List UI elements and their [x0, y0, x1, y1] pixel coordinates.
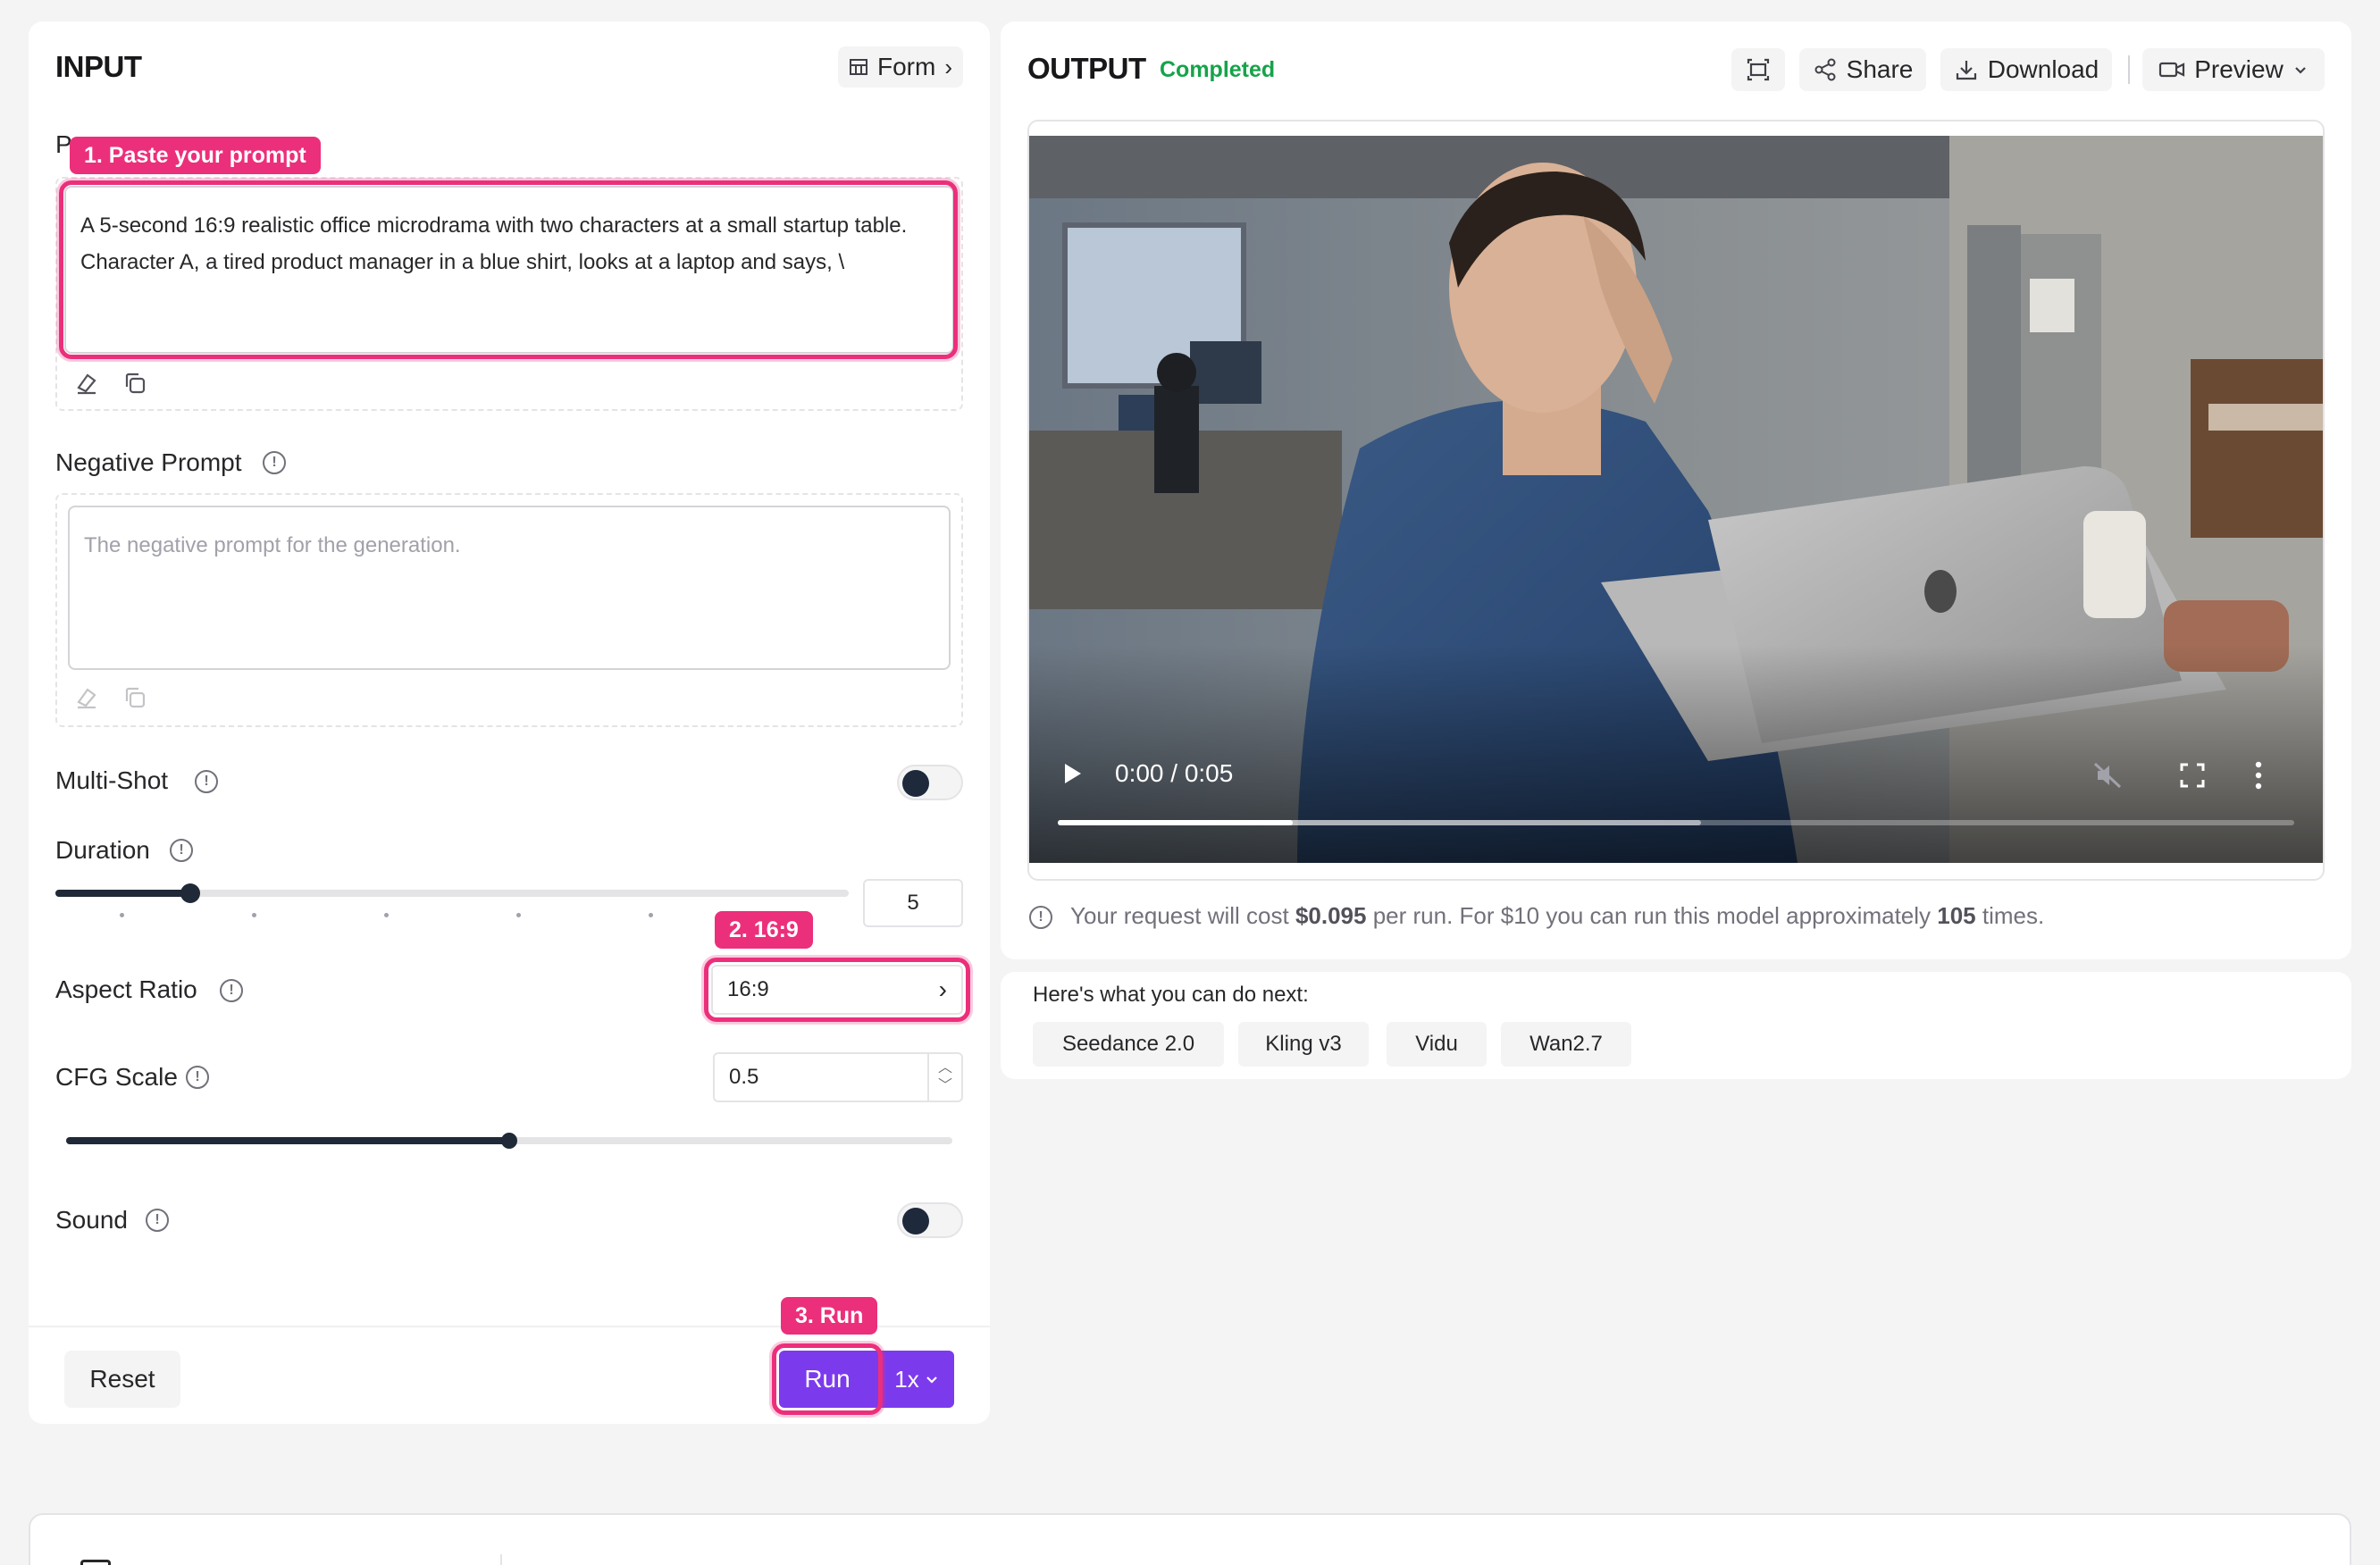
- video-played-bar: [1058, 820, 1293, 825]
- cfg-scale-label: CFG Scale: [55, 1063, 178, 1091]
- chevron-right-icon: ›: [944, 53, 952, 80]
- expand-frame-icon: [1747, 58, 1770, 81]
- info-icon: !: [1029, 906, 1052, 929]
- video-time: 0:00 / 0:05: [1115, 759, 1234, 787]
- slider-tick: [384, 913, 389, 917]
- cost-text: times.: [1975, 902, 2045, 929]
- cost-text: Your request will cost: [1070, 902, 1295, 929]
- next-steps-heading: Here's what you can do next:: [1033, 983, 1309, 1007]
- copy-icon[interactable]: [122, 684, 148, 711]
- run-count-dropdown[interactable]: 1x: [879, 1351, 954, 1408]
- preview-label: Preview: [2194, 55, 2284, 83]
- multi-shot-toggle[interactable]: [897, 765, 963, 800]
- step2-callout: 2. 16:9: [715, 911, 813, 949]
- duration-input[interactable]: 5: [863, 879, 963, 927]
- info-icon: !: [195, 770, 218, 793]
- share-label: Share: [1846, 55, 1914, 83]
- negative-prompt-textarea[interactable]: The negative prompt for the generation.: [68, 506, 951, 670]
- run-count-label: 1x: [894, 1365, 919, 1393]
- eraser-icon[interactable]: [73, 370, 100, 397]
- model-chip[interactable]: Seedance 2.0: [1033, 1022, 1224, 1067]
- chevron-down-icon[interactable]: ﹀: [938, 1077, 952, 1095]
- cost-text: per run. For $10 you can run this model …: [1366, 902, 1938, 929]
- share-icon: [1814, 58, 1836, 81]
- chevron-right-icon: ›: [938, 975, 947, 1003]
- slider-tick: [252, 913, 256, 917]
- duration-label: Duration: [55, 836, 150, 864]
- info-icon: !: [170, 839, 193, 862]
- download-icon: [1956, 61, 1976, 80]
- play-icon[interactable]: [1061, 761, 1085, 786]
- share-button[interactable]: Share: [1799, 48, 1926, 91]
- chevron-up-icon[interactable]: ︿: [938, 1059, 952, 1077]
- run-button[interactable]: Run: [779, 1351, 876, 1408]
- video-frame-office-scene: [1029, 136, 2323, 863]
- form-view-label: Form: [877, 53, 936, 80]
- aspect-ratio-value: 16:9: [727, 977, 769, 1001]
- model-chip[interactable]: Wan2.7: [1501, 1022, 1631, 1067]
- output-title: OUTPUT: [1027, 52, 1146, 85]
- cost-value: $0.095: [1295, 902, 1367, 929]
- info-icon: !: [146, 1209, 169, 1232]
- cfg-slider-thumb[interactable]: [501, 1133, 517, 1149]
- preview-dropdown[interactable]: Preview: [2142, 48, 2325, 91]
- model-chip[interactable]: Vidu: [1387, 1022, 1487, 1067]
- multi-shot-label: Multi-Shot: [55, 766, 169, 794]
- cfg-scale-input[interactable]: 0.5: [713, 1052, 963, 1102]
- eraser-icon[interactable]: [73, 684, 100, 711]
- toggle-knob: [902, 1208, 929, 1234]
- cost-note: Your request will cost $0.095 per run. F…: [1070, 902, 2044, 930]
- cfg-slider-fill: [66, 1137, 509, 1144]
- divider: [2128, 55, 2130, 84]
- sound-label: Sound: [55, 1206, 128, 1234]
- step1-callout: 1. Paste your prompt: [70, 137, 321, 174]
- mute-icon[interactable]: [2092, 759, 2124, 791]
- runs-value: 105: [1937, 902, 1976, 929]
- cfg-slider[interactable]: [66, 1133, 952, 1149]
- more-options-icon[interactable]: [2251, 759, 2266, 791]
- reset-button[interactable]: Reset: [64, 1351, 180, 1408]
- sound-toggle[interactable]: [897, 1202, 963, 1238]
- status-badge: Completed: [1160, 57, 1276, 82]
- slider-tick: [516, 913, 521, 917]
- divider: [500, 1554, 502, 1565]
- cfg-stepper[interactable]: ︿ ﹀: [927, 1054, 961, 1101]
- form-view-button[interactable]: Form ›: [838, 46, 963, 88]
- prompt-textarea[interactable]: A 5-second 16:9 realistic office microdr…: [64, 186, 954, 354]
- video-camera-icon: [2159, 62, 2185, 78]
- copy-icon[interactable]: [122, 370, 148, 397]
- run-label: Run: [804, 1365, 851, 1393]
- video-player[interactable]: 0:00 / 0:05: [1029, 136, 2323, 863]
- panel-icon: [80, 1560, 111, 1565]
- download-label: Download: [1987, 55, 2099, 83]
- duration-slider-fill: [55, 890, 190, 897]
- toggle-knob: [902, 770, 929, 797]
- model-chip[interactable]: Kling v3: [1238, 1022, 1369, 1067]
- slider-tick: [649, 913, 653, 917]
- step3-callout: 3. Run: [781, 1297, 878, 1335]
- chevron-down-icon: [2295, 67, 2306, 74]
- duration-slider-thumb[interactable]: [180, 883, 200, 903]
- bottom-panel: [29, 1513, 2351, 1565]
- chevron-down-icon: [926, 1377, 937, 1384]
- info-icon: !: [220, 979, 243, 1002]
- slider-tick: [120, 913, 124, 917]
- info-icon: !: [186, 1066, 209, 1089]
- fullscreen-icon[interactable]: [2178, 761, 2207, 790]
- fullscreen-button[interactable]: [1731, 48, 1785, 91]
- reset-label: Reset: [89, 1365, 155, 1393]
- aspect-ratio-select[interactable]: 16:9 ›: [711, 965, 963, 1015]
- negative-prompt-label: Negative Prompt: [55, 448, 242, 476]
- aspect-ratio-label: Aspect Ratio: [55, 975, 197, 1003]
- download-button[interactable]: Download: [1940, 48, 2112, 91]
- video-progress-bar[interactable]: [1058, 820, 2294, 825]
- table-icon: [850, 59, 867, 75]
- info-icon: !: [263, 451, 286, 474]
- input-title: INPUT: [55, 50, 142, 83]
- cfg-scale-value: 0.5: [729, 1065, 759, 1089]
- duration-slider[interactable]: [55, 883, 849, 903]
